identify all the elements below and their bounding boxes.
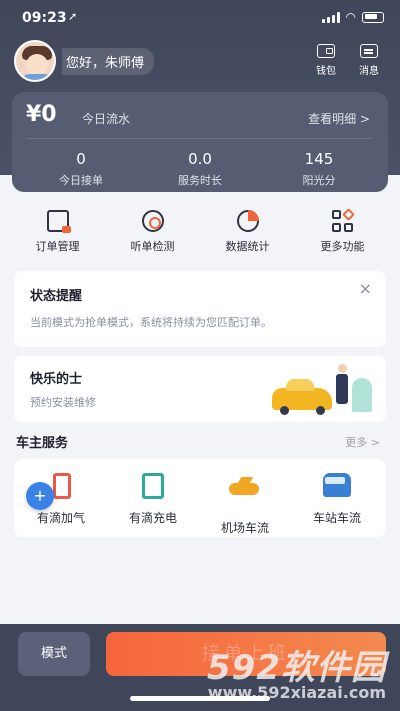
order-icon [46, 210, 71, 233]
wallet-icon [317, 44, 335, 58]
status-bar: 09:23 ➚ ◠ [0, 0, 400, 36]
taxi-illustration [270, 362, 374, 418]
status-text: 当前模式为抢单模式，系统将持续为您匹配订单。 [30, 316, 272, 329]
service-label: 有滴加气 [36, 511, 85, 525]
status-title: 状态提醒 [30, 289, 83, 304]
listen-icon [141, 210, 164, 232]
quick-label: 订单管理 [35, 240, 80, 253]
status-icons: ◠ [321, 10, 384, 24]
watermark-brand: 592软件园 [207, 648, 386, 688]
pie-chart-icon [236, 210, 259, 232]
station-car-icon [323, 473, 351, 497]
stat-value: 0.0 [188, 150, 212, 168]
stat-sunshine-score[interactable]: 145 阳光分 [269, 150, 369, 188]
service-label: 机场车流 [220, 521, 269, 535]
service-label: 车站车流 [312, 511, 361, 525]
charger-icon [142, 473, 164, 499]
earnings-amount: ¥0 [26, 102, 57, 127]
messages-label: 消息 [359, 66, 379, 77]
shield-icon[interactable]: + [26, 482, 54, 510]
promo-title: 快乐的士 [30, 372, 83, 387]
service-station[interactable]: 车站车流 [292, 473, 382, 526]
stat-orders-today[interactable]: 0 今日接单 [31, 150, 131, 188]
service-airport[interactable]: 机场车流 [200, 473, 290, 536]
quick-actions: 订单管理 听单检测 数据统计 更多功能 [10, 208, 390, 254]
stat-label: 今日接单 [59, 174, 103, 187]
message-icon [360, 44, 378, 58]
avatar[interactable] [14, 40, 56, 82]
wifi-icon: ◠ [345, 10, 356, 24]
quick-more[interactable]: 更多功能 [295, 208, 390, 254]
signal-icon [321, 11, 340, 23]
stat-label: 阳光分 [302, 174, 336, 187]
promo-subtitle: 预约安装维修 [30, 396, 96, 409]
messages-button[interactable]: 消息 [353, 44, 385, 77]
quick-data-stats[interactable]: 数据统计 [200, 210, 295, 254]
gas-pump-icon [53, 473, 71, 499]
quick-listen-check[interactable]: 听单检测 [105, 210, 200, 254]
airport-car-icon [229, 483, 259, 495]
home-indicator[interactable] [130, 696, 270, 701]
services-card: 有滴加气 有滴充电 机场车流 车站车流 [14, 459, 386, 537]
stat-value: 0 [76, 150, 86, 168]
wallet-button[interactable]: 钱包 [310, 44, 342, 77]
grid-icon [331, 208, 355, 232]
location-icon: ➚ [68, 10, 78, 23]
view-details-link[interactable]: 查看明细 > [308, 110, 370, 127]
stat-value: 145 [304, 150, 334, 168]
earnings-label: 今日流水 [82, 112, 131, 126]
promo-card[interactable]: 快乐的士 预约安装维修 [14, 356, 386, 422]
services-more-link[interactable]: 更多 > [345, 434, 380, 450]
divider [26, 138, 372, 139]
stat-service-hours[interactable]: 0.0 服务时长 [150, 150, 250, 188]
service-label: 有滴充电 [128, 511, 177, 525]
quick-order-management[interactable]: 订单管理 [10, 210, 105, 254]
profile[interactable]: 您好，朱师傅 [14, 40, 155, 82]
greeting: 您好，朱师傅 [62, 47, 155, 75]
battery-icon [362, 11, 384, 23]
close-icon[interactable]: × [359, 279, 372, 298]
wallet-label: 钱包 [316, 66, 336, 77]
quick-label: 听单检测 [130, 240, 175, 253]
earnings-card: ¥0 今日流水 查看明细 > 0 今日接单 0.0 服务时长 145 阳光分 [12, 92, 388, 192]
services-heading: 车主服务 [16, 436, 69, 451]
watermark: 592软件园 www.592xiazai.com [207, 640, 386, 702]
status-reminder-card: 状态提醒 × 当前模式为抢单模式，系统将持续为您匹配订单。 [14, 271, 386, 347]
quick-label: 数据统计 [225, 240, 270, 253]
clock: 09:23 [22, 10, 67, 26]
service-charge[interactable]: 有滴充电 [108, 473, 198, 526]
stat-label: 服务时长 [178, 174, 222, 187]
mode-button[interactable]: 模式 [18, 632, 90, 676]
quick-label: 更多功能 [320, 240, 365, 253]
